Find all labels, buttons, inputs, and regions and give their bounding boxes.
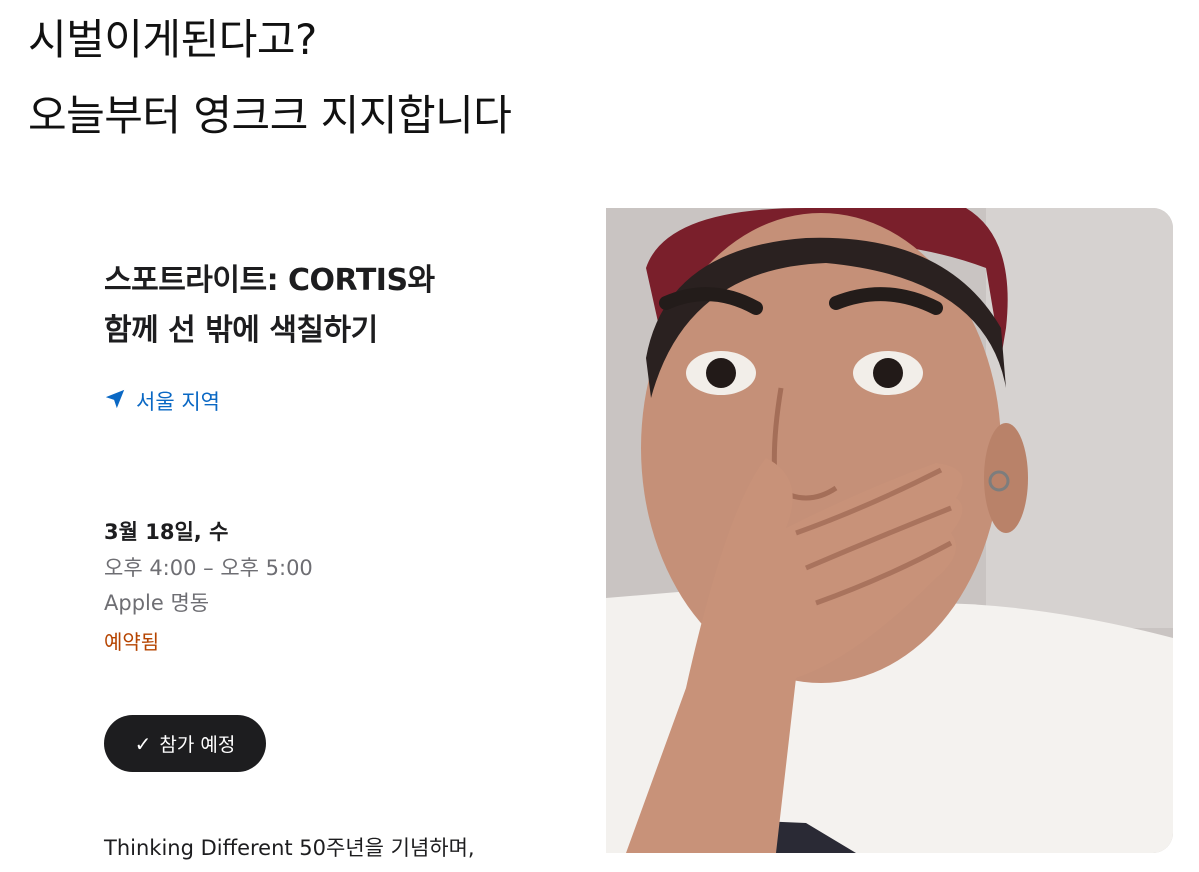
reaction-photo [606, 208, 1173, 853]
event-title-line-2: 함께 선 밖에 색칠하기 [104, 313, 378, 348]
post-line-1: 시벌이게된다고? [28, 15, 317, 64]
reservation-status: 예약됨 [104, 630, 160, 654]
attend-button-label: 참가 예정 [159, 734, 236, 756]
attend-button[interactable]: ✓ 참가 예정 [104, 715, 266, 772]
event-title: 스포트라이트: CORTIS와 함께 선 밖에 색칠하기 [104, 256, 574, 356]
location-label: 서울 지역 [136, 390, 220, 414]
event-title-line-1: 스포트라이트: CORTIS와 [104, 263, 435, 298]
event-time: 오후 4:00 – 오후 5:00 [104, 556, 313, 580]
event-date: 3월 18일, 수 [104, 520, 229, 544]
event-place: Apple 명동 [104, 591, 210, 615]
checkmark-icon: ✓ [134, 731, 152, 756]
post-text: 시벌이게된다고? 오늘부터 영크크 지지합니다 [28, 2, 512, 154]
post-line-2: 오늘부터 영크크 지지합니다 [28, 91, 512, 140]
location-link[interactable]: 서울 지역 [104, 386, 220, 416]
event-description: Thinking Different 50주년을 기념하며, [104, 836, 475, 860]
location-arrow-icon [104, 388, 126, 415]
event-card: 스포트라이트: CORTIS와 함께 선 밖에 색칠하기 서울 지역 3월 18… [0, 200, 600, 860]
